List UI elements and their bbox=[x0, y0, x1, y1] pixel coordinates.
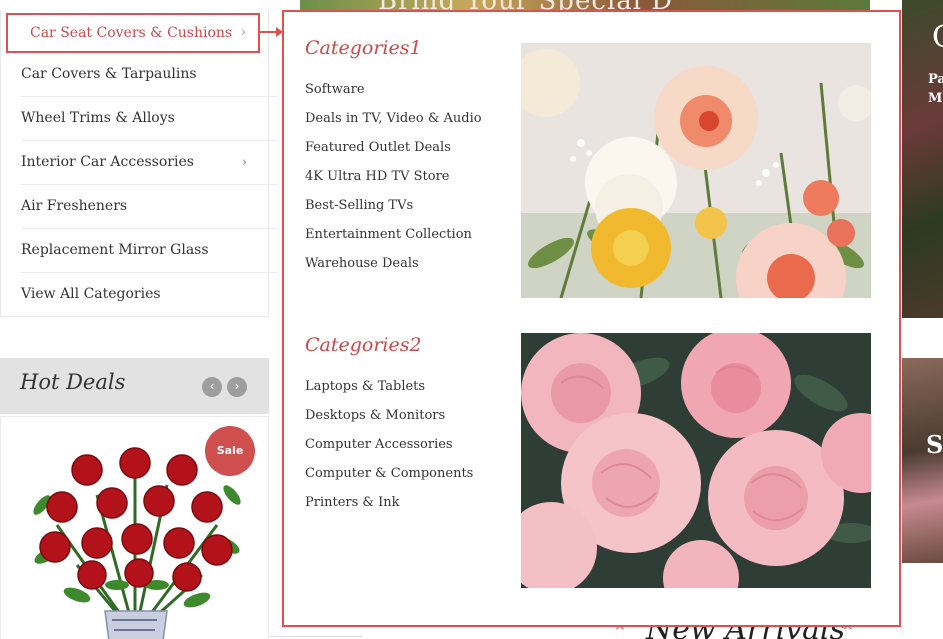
banner-text: Bring Your Special D bbox=[378, 0, 673, 10]
mega-menu-link-entertainment[interactable]: Entertainment Collection bbox=[305, 223, 495, 246]
side-banner-bottom-text: SI bbox=[926, 430, 943, 459]
sidebar-item-air-fresheners[interactable]: Air Fresheners bbox=[21, 185, 277, 229]
chevron-right-icon: › bbox=[240, 25, 246, 40]
mega-menu-group-categories2: Categories2 Laptops & Tablets Desktops &… bbox=[305, 333, 495, 520]
pink-peonies-photo-icon[interactable] bbox=[521, 333, 871, 588]
hot-deals-title: Hot Deals bbox=[20, 370, 126, 394]
sidebar-item-label: Car Covers & Tarpaulins bbox=[21, 66, 197, 82]
mega-menu-link-software[interactable]: Software bbox=[305, 78, 495, 101]
carousel-prev-button[interactable]: ‹ bbox=[202, 377, 222, 397]
mega-menu-heading[interactable]: Categories2 bbox=[305, 333, 495, 357]
sidebar-item-mirror-glass[interactable]: Replacement Mirror Glass bbox=[21, 229, 277, 273]
mega-menu-group-categories1: Categories1 Software Deals in TV, Video … bbox=[305, 36, 495, 281]
sidebar-item-label: Car Seat Covers & Cushions bbox=[30, 25, 233, 41]
mega-menu-link-outlet-deals[interactable]: Featured Outlet Deals bbox=[305, 136, 495, 159]
mega-menu-heading[interactable]: Categories1 bbox=[305, 36, 495, 60]
sidebar-item-car-covers[interactable]: Car Covers & Tarpaulins bbox=[21, 53, 277, 97]
mega-menu-panel: Categories1 Software Deals in TV, Video … bbox=[282, 10, 901, 627]
mega-menu-link-deals-tv[interactable]: Deals in TV, Video & Audio bbox=[305, 107, 495, 130]
mega-menu-link-4k-tv-store[interactable]: 4K Ultra HD TV Store bbox=[305, 165, 495, 188]
side-banner-letter: C bbox=[932, 20, 943, 55]
divider bbox=[270, 636, 362, 637]
sidebar-item-interior-accessories[interactable]: Interior Car Accessories › bbox=[21, 141, 277, 185]
mega-menu-link-laptops-tablets[interactable]: Laptops & Tablets bbox=[305, 375, 495, 398]
sale-badge: Sale bbox=[205, 426, 255, 476]
category-sidebar: Car Seat Covers & Cushions › Car Covers … bbox=[0, 10, 277, 317]
sidebar-item-car-seat-covers[interactable]: Car Seat Covers & Cushions › bbox=[6, 13, 260, 53]
mega-menu-link-printers-ink[interactable]: Printers & Ink bbox=[305, 491, 495, 514]
sidebar-item-label: Interior Car Accessories bbox=[21, 154, 194, 170]
sidebar-item-label: Replacement Mirror Glass bbox=[21, 242, 209, 258]
sidebar-item-label: Air Fresheners bbox=[21, 198, 128, 214]
mega-menu-link-warehouse-deals[interactable]: Warehouse Deals bbox=[305, 252, 495, 275]
mega-menu-link-best-selling-tvs[interactable]: Best-Selling TVs bbox=[305, 194, 495, 217]
background-banner-top: Bring Your Special D bbox=[300, 0, 870, 10]
background-side-banner-bottom: SI bbox=[902, 358, 943, 563]
side-banner-line1: Pa bbox=[928, 72, 943, 87]
sidebar-item-label: Wheel Trims & Alloys bbox=[21, 110, 175, 126]
sidebar-item-label: View All Categories bbox=[21, 286, 161, 302]
carousel-next-button[interactable]: › bbox=[227, 377, 247, 397]
side-banner-line2: M bbox=[928, 91, 943, 106]
chevron-right-icon: › bbox=[241, 155, 247, 170]
background-side-banner-top: C Pa M bbox=[902, 0, 943, 318]
flower-bouquet-photo-icon[interactable] bbox=[521, 43, 871, 298]
sidebar-item-view-all[interactable]: View All Categories bbox=[21, 273, 277, 317]
mega-menu-link-computer-accessories[interactable]: Computer Accessories bbox=[305, 433, 495, 456]
mega-menu-link-computer-components[interactable]: Computer & Components bbox=[305, 462, 495, 485]
mega-menu-link-desktops-monitors[interactable]: Desktops & Monitors bbox=[305, 404, 495, 427]
sidebar-item-wheel-trims[interactable]: Wheel Trims & Alloys bbox=[21, 97, 277, 141]
hot-deals-header: Hot Deals ‹ › bbox=[0, 358, 269, 414]
